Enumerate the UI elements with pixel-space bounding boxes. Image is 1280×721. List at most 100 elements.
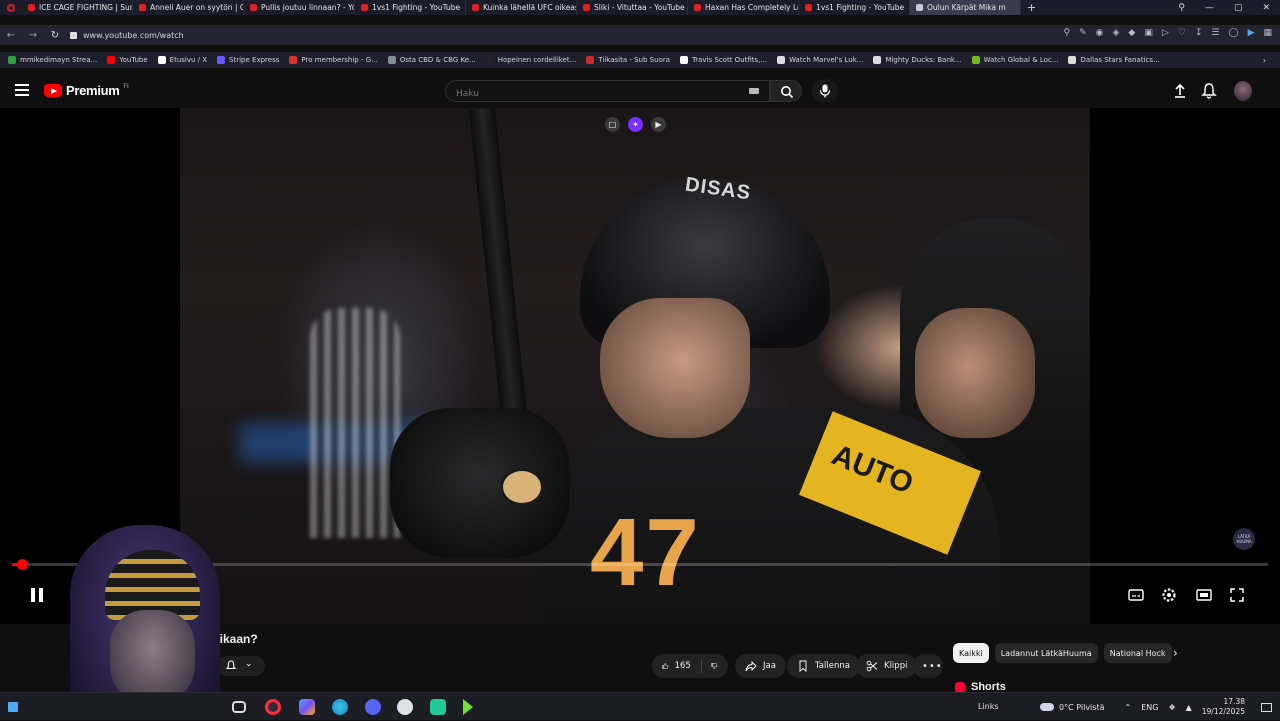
edit-icon[interactable]: ✎	[1079, 28, 1087, 38]
browser-tab[interactable]: Kuinka lähellä UFC oikeas	[466, 0, 577, 15]
search-button[interactable]	[770, 80, 802, 102]
voice-search-button[interactable]	[812, 79, 838, 103]
filter-chip[interactable]: National Hock	[1103, 643, 1172, 663]
browser-tab[interactable]: Oulun Kärpät Mika m	[910, 0, 1021, 15]
search-tabs-icon[interactable]: ⚲	[1178, 3, 1185, 13]
weather-widget[interactable]: 0°C Pilvistä	[1040, 703, 1104, 712]
youtube-premium-logo[interactable]: Premium FI	[44, 83, 129, 98]
browser-tab[interactable]: 1vs1 Fighting - YouTube	[799, 0, 910, 15]
browser-tab[interactable]: Haxan Has Completely Lo	[688, 0, 799, 15]
bookmark-label: Etusivu / X	[169, 56, 208, 64]
profile-icon[interactable]: ◯	[1228, 28, 1238, 38]
bookmark-item[interactable]: Watch Marvel's Luk...	[777, 56, 863, 64]
theater-mode-icon[interactable]	[1195, 586, 1213, 604]
bookmark-item[interactable]: Etusivu / X	[157, 56, 208, 64]
play-icon[interactable]: ▷	[1162, 28, 1169, 38]
ai-sparkle-icon[interactable]: ✦	[628, 117, 643, 132]
streaming-app-icon[interactable]	[463, 699, 473, 715]
filter-chip[interactable]: Ladannut LätkäHuuma	[994, 643, 1098, 663]
bookmark-item[interactable]: Pro membership - G...	[289, 56, 378, 64]
bookmark-item[interactable]: Watch Global & Loc...	[971, 56, 1058, 64]
notifications-icon[interactable]	[1261, 702, 1272, 712]
bookmark-item[interactable]: mmikedimayn Strea...	[8, 56, 97, 64]
brand-extension-icon[interactable]: ▶	[1248, 28, 1255, 38]
bookmark-item[interactable]: Osta CBD & CBG Ke...	[387, 56, 476, 64]
filter-chip[interactable]: Kaikki	[953, 643, 989, 663]
chat-app-icon[interactable]	[430, 699, 446, 715]
start-icon[interactable]	[8, 702, 18, 712]
windows-taskbar: Links 0°C Pilvistä ⌃ ENG ❖ ▲ 17.38 19/12…	[0, 692, 1280, 720]
thumbs-up-icon[interactable]	[662, 660, 669, 672]
url-field[interactable]: www.youtube.com/watch	[83, 31, 184, 40]
like-count[interactable]: 165	[675, 661, 691, 671]
back-icon[interactable]: ←	[0, 30, 22, 41]
search-icon[interactable]: ⚲	[1064, 28, 1071, 38]
bookmark-item[interactable]: Hopeinen cordelliket...	[485, 56, 576, 64]
bookmark-item[interactable]: YouTube	[107, 56, 148, 64]
browser-tab[interactable]: Sliki - Vituttaa - YouTube	[577, 0, 688, 15]
cube-icon[interactable]: ▣	[1144, 28, 1153, 38]
guide-menu-icon[interactable]	[15, 84, 29, 96]
close-icon[interactable]: ✕	[1262, 3, 1270, 13]
task-view-icon[interactable]	[232, 701, 246, 713]
browser-tab[interactable]: 1vs1 Fighting - YouTube	[355, 0, 466, 15]
discord-icon[interactable]	[365, 699, 381, 715]
browser-menu-icon[interactable]	[0, 0, 22, 15]
list-icon[interactable]: ☰	[1211, 28, 1219, 38]
bookmark-item[interactable]: Stripe Express	[217, 56, 279, 64]
bookmark-favicon-icon	[217, 56, 226, 64]
tab-favicon-icon	[361, 4, 368, 11]
new-tab-button[interactable]: +	[1021, 1, 1042, 14]
shield-icon[interactable]: ◈	[1113, 28, 1120, 38]
clock[interactable]: 17.38 19/12/2025	[1202, 697, 1245, 717]
chevron-up-icon[interactable]: ⌃	[1124, 703, 1131, 712]
notifications-bell-icon[interactable]	[1200, 82, 1218, 100]
search-box[interactable]	[445, 80, 770, 104]
reload-icon[interactable]: ↻	[44, 30, 66, 41]
browser-tab[interactable]: Anneli Auer on syytön | O	[133, 0, 244, 15]
video-popout-icon[interactable]: ▶	[651, 117, 666, 132]
links-toolbar-label[interactable]: Links	[978, 702, 999, 711]
tab-label: ICE CAGE FIGHTING | Sun	[39, 3, 133, 12]
thumbs-down-icon[interactable]	[711, 660, 718, 672]
account-avatar[interactable]	[1234, 81, 1252, 101]
save-button[interactable]: Tallenna	[787, 654, 860, 678]
maximize-icon[interactable]: ▢	[1234, 3, 1243, 13]
game-app-icon[interactable]	[397, 699, 413, 715]
opera-gx-icon[interactable]	[265, 699, 281, 715]
chevron-right-icon[interactable]: ›	[1173, 646, 1178, 660]
video-overlay-toolbar: □ ✦ ▶	[605, 117, 666, 132]
heart-icon[interactable]: ♡	[1178, 28, 1186, 38]
settings-gear-icon[interactable]	[1160, 586, 1178, 604]
browser-tab[interactable]: ICE CAGE FIGHTING | Sun	[22, 0, 133, 15]
more-actions-button[interactable]: •••	[913, 654, 943, 678]
volume-icon[interactable]: ▲	[1186, 703, 1192, 712]
more-bookmarks-icon[interactable]: ›	[1263, 56, 1266, 65]
picture-in-picture-icon[interactable]: □	[605, 117, 620, 132]
clip-button[interactable]: Klippi	[856, 654, 918, 678]
extension-icon[interactable]: ◆	[1128, 28, 1135, 38]
search-input[interactable]	[446, 84, 736, 104]
browser-tab[interactable]: Pullis joutuu linnaan? - Yo	[244, 0, 355, 15]
forward-icon[interactable]: →	[22, 30, 44, 41]
language-indicator[interactable]: ENG	[1141, 703, 1158, 712]
share-button[interactable]: Jaa	[735, 654, 786, 678]
bookmark-item[interactable]: Mighty Ducks: Bank...	[873, 56, 962, 64]
download-icon[interactable]: ↧	[1195, 28, 1203, 38]
upload-icon[interactable]	[1171, 82, 1189, 100]
channel-watermark[interactable]: LÄTKÄ HUUMA	[1233, 528, 1255, 550]
minimize-icon[interactable]: —	[1205, 3, 1214, 13]
subtitles-icon[interactable]	[1127, 586, 1145, 604]
bookmark-item[interactable]: Tiikasita - Sub Suora	[586, 56, 670, 64]
copilot-icon[interactable]	[299, 699, 315, 715]
edge-browser-icon[interactable]	[332, 699, 348, 715]
camera-icon[interactable]: ◉	[1096, 28, 1104, 38]
bookmark-item[interactable]: Dallas Stars Fanatics...	[1068, 56, 1160, 64]
bookmark-item[interactable]: Travis Scott Outfits,...	[680, 56, 767, 64]
keyboard-icon[interactable]	[749, 88, 759, 94]
fullscreen-icon[interactable]	[1228, 586, 1246, 604]
sidebar-icon[interactable]: ▦	[1263, 28, 1272, 38]
network-icon[interactable]: ❖	[1168, 703, 1175, 712]
subscription-bell-button[interactable]: ⌄	[217, 656, 265, 676]
bookmarks-bar: mmikedimayn Strea... YouTube Etusivu / X St…	[0, 52, 1280, 68]
